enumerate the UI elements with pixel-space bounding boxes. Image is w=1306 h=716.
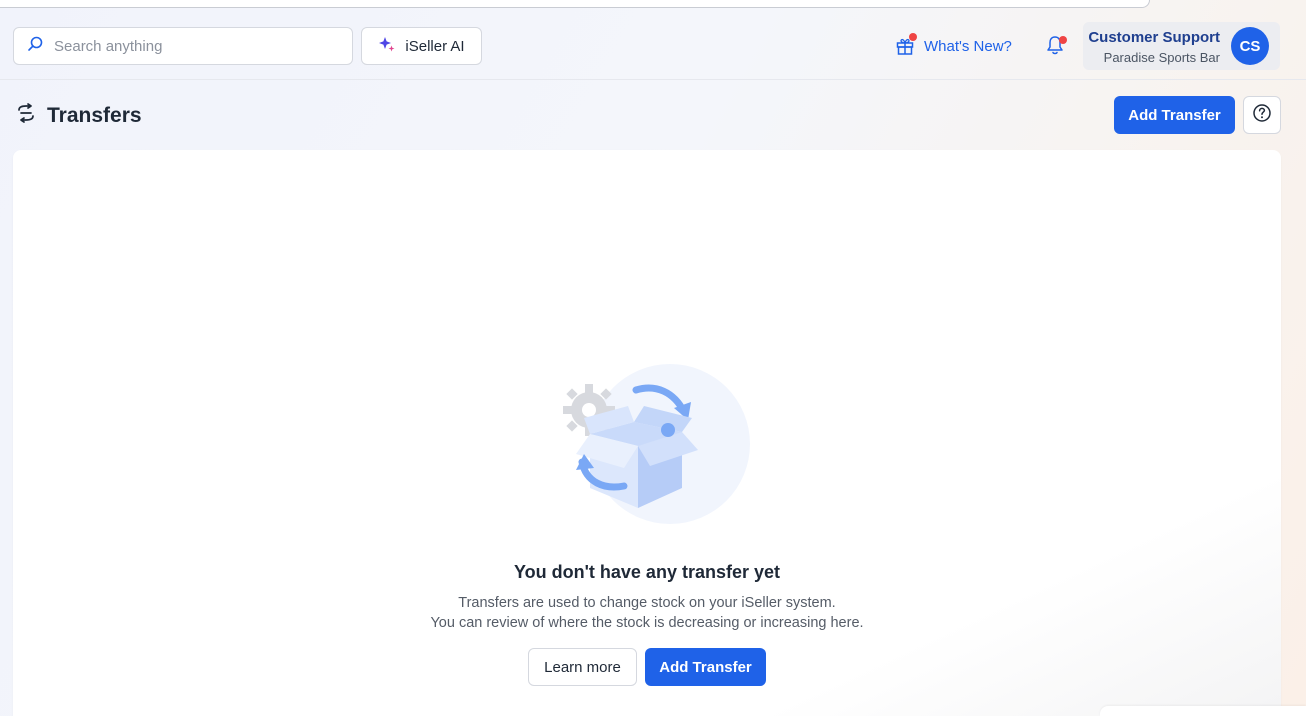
whats-new-label: What's New? [924, 37, 1012, 55]
learn-more-button[interactable]: Learn more [528, 648, 637, 686]
empty-state-title: You don't have any transfer yet [513, 562, 780, 582]
avatar: CS [1231, 27, 1269, 65]
page-header: Transfers Add Transfer [0, 96, 1306, 136]
page-title-group: Transfers [15, 102, 142, 129]
browser-frame-edge [0, 0, 1150, 8]
gift-icon [895, 33, 917, 56]
add-transfer-button[interactable]: Add Transfer [1114, 96, 1235, 134]
help-button[interactable] [1243, 96, 1281, 134]
iseller-ai-label: iSeller AI [405, 37, 465, 55]
empty-add-transfer-button[interactable]: Add Transfer [645, 648, 766, 686]
top-bar: iSeller AI What's New? Customer Support … [0, 8, 1306, 80]
transfers-card: You don't have any transfer yet Transfer… [13, 150, 1281, 716]
transfers-icon [15, 102, 37, 129]
empty-box-illustration [548, 362, 758, 532]
empty-state-line-1: Transfers are used to change stock on yo… [458, 595, 836, 611]
empty-state-description: Transfers are used to change stock on yo… [13, 593, 1281, 633]
iseller-ai-button[interactable]: iSeller AI [361, 27, 482, 65]
search-icon [26, 35, 44, 58]
whats-new-link[interactable]: What's New? [895, 33, 1012, 58]
bell-notification-dot [1059, 36, 1067, 44]
help-icon [1252, 103, 1272, 128]
gift-notification-dot [909, 33, 917, 41]
empty-state-line-2: You can review of where the stock is dec… [430, 615, 864, 631]
notifications-button[interactable] [1045, 34, 1067, 58]
page-title: Transfers [47, 103, 142, 127]
search-box[interactable] [13, 27, 353, 65]
search-input[interactable] [54, 37, 324, 55]
user-name: Customer Support [1088, 29, 1220, 46]
sparkle-icon [378, 35, 396, 57]
user-org: Paradise Sports Bar [1103, 50, 1220, 65]
corner-panel-edge [1100, 706, 1306, 716]
user-menu[interactable]: Customer Support Paradise Sports Bar CS [1083, 22, 1280, 70]
empty-state-actions: Learn more Add Transfer [528, 648, 766, 686]
bell-icon [1045, 36, 1065, 60]
